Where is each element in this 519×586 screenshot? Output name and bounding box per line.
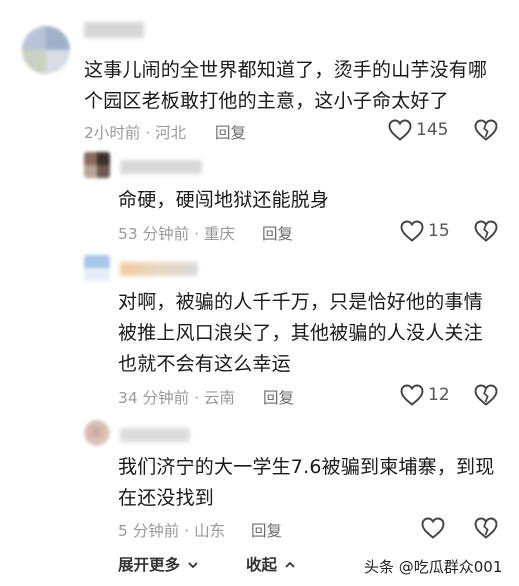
dislike-button[interactable]	[474, 220, 498, 246]
chevron-up-icon	[284, 557, 296, 575]
heart-icon	[421, 517, 445, 539]
collapse-button[interactable]: 收起	[246, 553, 296, 575]
like-button[interactable]: 15	[400, 220, 450, 242]
like-count: 145	[416, 120, 449, 140]
like-count: 12	[428, 385, 450, 405]
comment-line: 这事儿闹的全世界都知道了，烫手的山芋没有哪	[84, 59, 488, 81]
comment-text: 对啊，被骗的人千千万，只是恰好他的事情 被推上风口浪尖了，其他被骗的人没人关注 …	[118, 287, 508, 380]
avatar[interactable]	[22, 26, 70, 74]
broken-heart-icon	[474, 220, 498, 246]
avatar[interactable]	[84, 152, 110, 178]
comment-meta: 34 分钟前 · 云南	[118, 389, 235, 407]
broken-heart-icon	[474, 517, 498, 543]
comment-line: 在还没找到	[118, 487, 215, 509]
comment-meta: 5 分钟前 · 山东	[118, 522, 226, 540]
comment-meta: 53 分钟前 · 重庆	[118, 225, 235, 243]
comment-line: 个园区老板敢打他的主意，这小子命太好了	[84, 90, 449, 112]
heart-icon	[400, 384, 424, 406]
username[interactable]	[120, 428, 190, 442]
reply-button[interactable]: 回复	[263, 386, 294, 408]
avatar[interactable]	[84, 255, 110, 281]
comment-line: 我们济宁的大一学生7.6被骗到柬埔寨，到现	[118, 456, 495, 478]
comment-line: 被推上风口浪尖了，其他被骗的人没人关注	[118, 322, 483, 344]
username[interactable]	[84, 22, 144, 38]
username[interactable]	[120, 160, 202, 174]
like-button[interactable]: 12	[400, 384, 450, 406]
reply-button[interactable]: 回复	[215, 121, 246, 143]
broken-heart-icon	[474, 384, 498, 410]
avatar[interactable]	[84, 420, 110, 446]
comment-text: 这事儿闹的全世界都知道了，烫手的山芋没有哪 个园区老板敢打他的主意，这小子命太好…	[84, 55, 504, 117]
expand-more-button[interactable]: 展开更多	[118, 553, 199, 575]
comment-meta: 2小时前 · 河北	[84, 124, 187, 142]
dislike-button[interactable]	[474, 517, 498, 543]
reply-button[interactable]: 回复	[251, 519, 282, 541]
chevron-down-icon	[187, 557, 199, 575]
like-count: 15	[428, 221, 450, 241]
heart-icon	[400, 220, 424, 242]
comment-text: 我们济宁的大一学生7.6被骗到柬埔寨，到现 在还没找到	[118, 452, 508, 514]
comment-line: 也就不会有这么幸运	[118, 353, 291, 375]
dislike-button[interactable]	[474, 119, 498, 145]
comment-line: 对啊，被骗的人千千万，只是恰好他的事情	[118, 291, 483, 313]
like-button[interactable]: 145	[388, 119, 448, 141]
username[interactable]	[120, 262, 198, 276]
expand-more-label: 展开更多	[118, 556, 181, 574]
watermark: 头条 @吃瓜群众001	[364, 558, 503, 576]
like-button[interactable]	[421, 517, 445, 539]
collapse-label: 收起	[246, 556, 278, 574]
comment-text: 命硬，硬闯地狱还能脱身	[118, 189, 330, 211]
reply-button[interactable]: 回复	[262, 222, 293, 244]
dislike-button[interactable]	[474, 384, 498, 410]
heart-icon	[388, 119, 412, 141]
broken-heart-icon	[474, 119, 498, 145]
